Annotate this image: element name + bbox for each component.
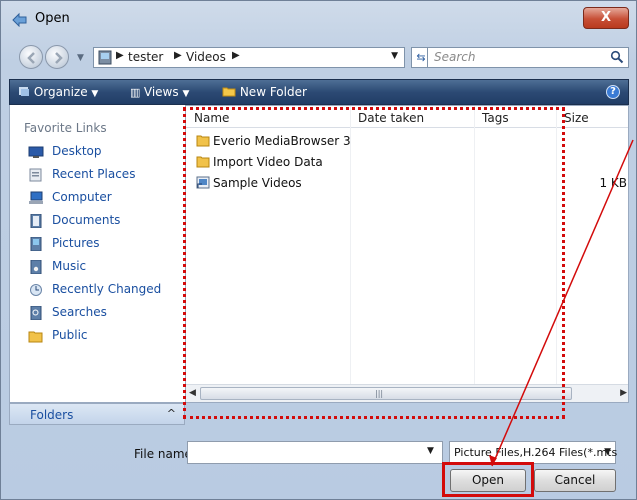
column-headers: Name Date taken Tags Size — [186, 106, 628, 128]
new-folder-icon — [222, 87, 236, 97]
file-type-select[interactable]: Picture Files,H.264 Files(*.mts ▼ — [449, 441, 618, 464]
column-header-tags[interactable]: Tags — [482, 111, 509, 125]
sidebar-item-searches[interactable]: Searches — [28, 304, 183, 324]
open-dialog: Open X ▼ ▶ tester ▶ Videos ▶ ▼ ⇆ Search — [0, 0, 637, 500]
file-name-dropdown-icon[interactable]: ▼ — [427, 446, 434, 456]
organize-menu[interactable]: Organize ▼ — [18, 85, 98, 99]
help-icon[interactable]: ? — [606, 85, 620, 99]
sidebar-item-label: Music — [52, 259, 87, 273]
close-button[interactable]: X — [583, 7, 629, 29]
address-dropdown-icon[interactable]: ▼ — [391, 51, 398, 61]
sidebar-item-recently-changed[interactable]: Recently Changed — [28, 281, 183, 301]
forward-arrow-icon — [55, 52, 63, 64]
sidebar-item-recent-places[interactable]: Recent Places — [28, 166, 183, 186]
sidebar-item-label: Documents — [52, 213, 121, 227]
file-name-field[interactable] — [187, 441, 443, 464]
chevron-down-icon: ▼ — [182, 89, 190, 99]
address-row: ▼ ▶ tester ▶ Videos ▶ ▼ ⇆ Search — [1, 41, 636, 73]
recent-pages-dropdown[interactable]: ▼ — [77, 53, 84, 63]
videos-folder-icon — [98, 50, 112, 65]
favorite-links-heading: Favorite Links — [24, 121, 107, 135]
list-item[interactable]: Sample Videos 1 KB — [186, 174, 628, 194]
sidebar-item-label: Searches — [52, 305, 107, 319]
column-header-date-taken[interactable]: Date taken — [358, 111, 424, 125]
folder-icon — [196, 134, 210, 147]
sidebar-item-pictures[interactable]: Pictures — [28, 235, 183, 255]
favorite-links-pane: Favorite Links Desktop Recent Places Com… — [9, 105, 185, 403]
sidebar-item-label: Recent Places — [52, 167, 136, 181]
folder-icon — [196, 155, 210, 168]
list-item[interactable]: Import Video Data — [186, 153, 628, 173]
searches-icon — [28, 305, 44, 321]
sidebar-item-music[interactable]: Music — [28, 258, 183, 278]
desktop-icon — [28, 145, 44, 159]
cancel-button[interactable]: Cancel — [534, 469, 616, 492]
public-folder-icon — [28, 329, 44, 343]
grip-icon: ||| — [375, 389, 384, 398]
views-icon: ▥ — [130, 86, 144, 99]
file-list[interactable]: Name Date taken Tags Size Everio MediaBr… — [185, 105, 629, 403]
sidebar-item-public[interactable]: Public — [28, 327, 183, 347]
horizontal-scrollbar[interactable]: ◀ ||| ▶ — [186, 384, 628, 402]
breadcrumb-arrow-icon[interactable]: ▶ — [174, 50, 182, 61]
file-name: Sample Videos — [213, 176, 302, 190]
column-header-name[interactable]: Name — [194, 111, 229, 125]
sidebar-item-label: Public — [52, 328, 88, 342]
sidebar-item-desktop[interactable]: Desktop — [28, 143, 183, 163]
breadcrumb-videos[interactable]: Videos — [186, 50, 226, 64]
search-placeholder: Search — [434, 50, 476, 64]
computer-icon — [28, 191, 44, 205]
sidebar-item-label: Recently Changed — [52, 282, 162, 296]
search-input[interactable]: Search — [427, 47, 629, 68]
new-folder-button[interactable]: New Folder — [222, 85, 307, 99]
shortcut-icon — [196, 176, 210, 189]
column-header-size[interactable]: Size — [564, 111, 589, 125]
scrollbar-thumb[interactable]: ||| — [200, 387, 572, 400]
chevron-up-icon: ^ — [166, 407, 176, 420]
breadcrumb-tester[interactable]: tester — [128, 50, 163, 64]
sidebar-item-label: Computer — [52, 190, 112, 204]
list-item[interactable]: Everio MediaBrowser 3 — [186, 132, 628, 152]
sidebar-item-documents[interactable]: Documents — [28, 212, 183, 232]
folders-toggle[interactable]: Folders ^ — [9, 403, 185, 425]
folders-label: Folders — [30, 408, 74, 422]
recently-changed-icon — [28, 283, 44, 297]
file-size: 1 KB — [599, 176, 627, 190]
breadcrumb-arrow-icon[interactable]: ▶ — [116, 50, 124, 61]
scroll-left-icon[interactable]: ◀ — [189, 388, 196, 398]
new-folder-label: New Folder — [239, 85, 307, 99]
chevron-down-icon: ▼ — [91, 89, 99, 99]
forward-button[interactable] — [45, 45, 69, 69]
file-name: Everio MediaBrowser 3 — [213, 134, 351, 148]
organize-icon — [19, 87, 29, 96]
window-title: Open — [35, 11, 70, 26]
sidebar-item-label: Desktop — [52, 144, 102, 158]
search-icon[interactable] — [610, 50, 624, 64]
documents-icon — [28, 213, 44, 229]
breadcrumb-arrow-icon[interactable]: ▶ — [232, 50, 240, 61]
chevron-down-icon: ▼ — [604, 447, 611, 457]
address-bar[interactable]: ▶ tester ▶ Videos ▶ ▼ — [93, 47, 405, 68]
file-type-value: Picture Files,H.264 Files(*.mts — [454, 446, 618, 459]
organize-label: Organize — [33, 85, 88, 99]
back-button[interactable] — [19, 45, 43, 69]
open-dialog-icon — [11, 11, 29, 28]
sidebar-item-label: Pictures — [52, 236, 100, 250]
pictures-icon — [28, 236, 44, 252]
recent-places-icon — [28, 168, 44, 182]
views-menu[interactable]: ▥ Views ▼ — [130, 85, 189, 99]
file-name: Import Video Data — [213, 155, 323, 169]
command-toolbar: Organize ▼ ▥ Views ▼ New Folder ? — [9, 79, 629, 105]
views-label: Views — [143, 85, 179, 99]
scroll-right-icon[interactable]: ▶ — [620, 388, 627, 398]
refresh-icon: ⇆ — [416, 51, 426, 64]
close-icon: X — [600, 10, 612, 25]
title-bar: Open X — [1, 1, 636, 37]
back-arrow-icon — [27, 52, 35, 64]
music-icon — [28, 259, 44, 275]
open-button[interactable]: Open — [450, 469, 526, 492]
sidebar-item-computer[interactable]: Computer — [28, 189, 183, 209]
